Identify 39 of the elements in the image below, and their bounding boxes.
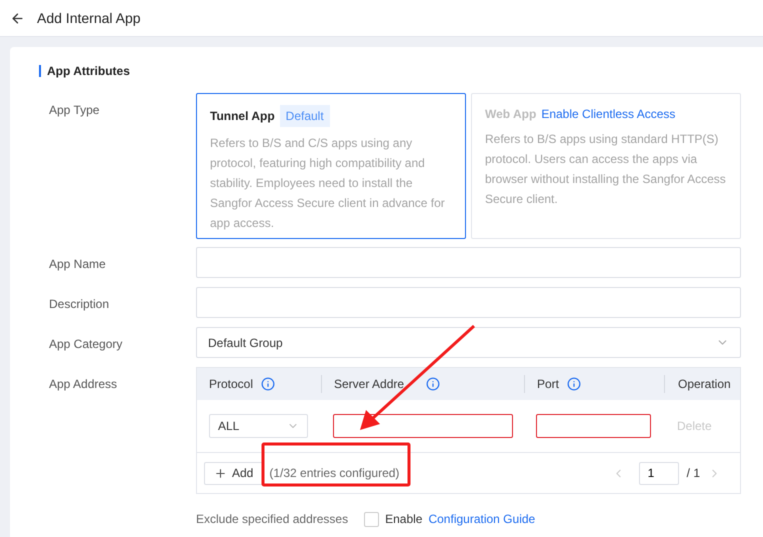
back-icon[interactable] (10, 10, 25, 26)
text-field[interactable] (196, 287, 741, 318)
field-label: App Category (49, 336, 124, 353)
text-field[interactable] (196, 247, 741, 278)
section-marker (39, 65, 41, 77)
page-total: / 1 (686, 465, 700, 482)
field-label: App Name (49, 256, 107, 273)
info-icon[interactable] (261, 377, 276, 391)
column-header: Protocol (209, 376, 254, 393)
clientless-link[interactable]: Enable Clientless Access (541, 105, 676, 123)
protocol-select[interactable]: ALL (209, 414, 308, 438)
section-title: App Attributes (47, 63, 130, 80)
info-icon[interactable] (426, 377, 440, 391)
column-header: Operation (678, 376, 731, 393)
info-icon[interactable] (567, 377, 582, 391)
card-title: Web App (485, 106, 536, 123)
default-tag: Default (280, 105, 330, 127)
field-label: App Address (49, 376, 118, 393)
server-address-field[interactable] (333, 414, 513, 438)
page-field[interactable]: 1 (638, 462, 679, 484)
port-field[interactable] (536, 414, 651, 438)
column-header: Port (537, 376, 560, 393)
enable-checkbox[interactable] (364, 512, 380, 526)
page-title: Add Internal App (37, 8, 141, 28)
card-title: Tunnel App (210, 108, 275, 125)
checkbox-label: Enable (385, 511, 422, 528)
field-label: Description (49, 296, 110, 313)
field-label: App Type (49, 102, 100, 119)
exclude-label: Exclude specified addresses (196, 511, 348, 528)
category-select[interactable]: Default Group (196, 327, 741, 358)
app-type-card[interactable]: Web App Enable Clientless Access Refers to B/S apps using standard HTTP(S) protocol. Users can access the apps via browser without installing the Sangfor Access Secure client. (471, 93, 741, 239)
add-button[interactable]: Add (204, 462, 264, 484)
plus-icon (214, 466, 227, 480)
card-description: Refers to B/S apps using standard HTTP(S) protocol. Users can access the apps via browser without installing the Sangfor Access Secure client. (485, 131, 727, 208)
card-description: Refers to B/S and C/S apps using any protocol, featuring high compatibility and stability. Employees need to install the Sangfor Access Secure client in advance for app access. (210, 135, 446, 232)
configuration-guide-link[interactable]: Configuration Guide (428, 510, 536, 528)
app-type-card[interactable]: Tunnel App Default Refers to B/S and C/S apps using any protocol, featuring high compatibility and stability. Employees need to install the Sangfor Access Secure client in advance for app access. (196, 93, 466, 239)
entry-count: (1/32 entries configured) (269, 465, 400, 482)
column-header: Server Addre (334, 376, 404, 393)
